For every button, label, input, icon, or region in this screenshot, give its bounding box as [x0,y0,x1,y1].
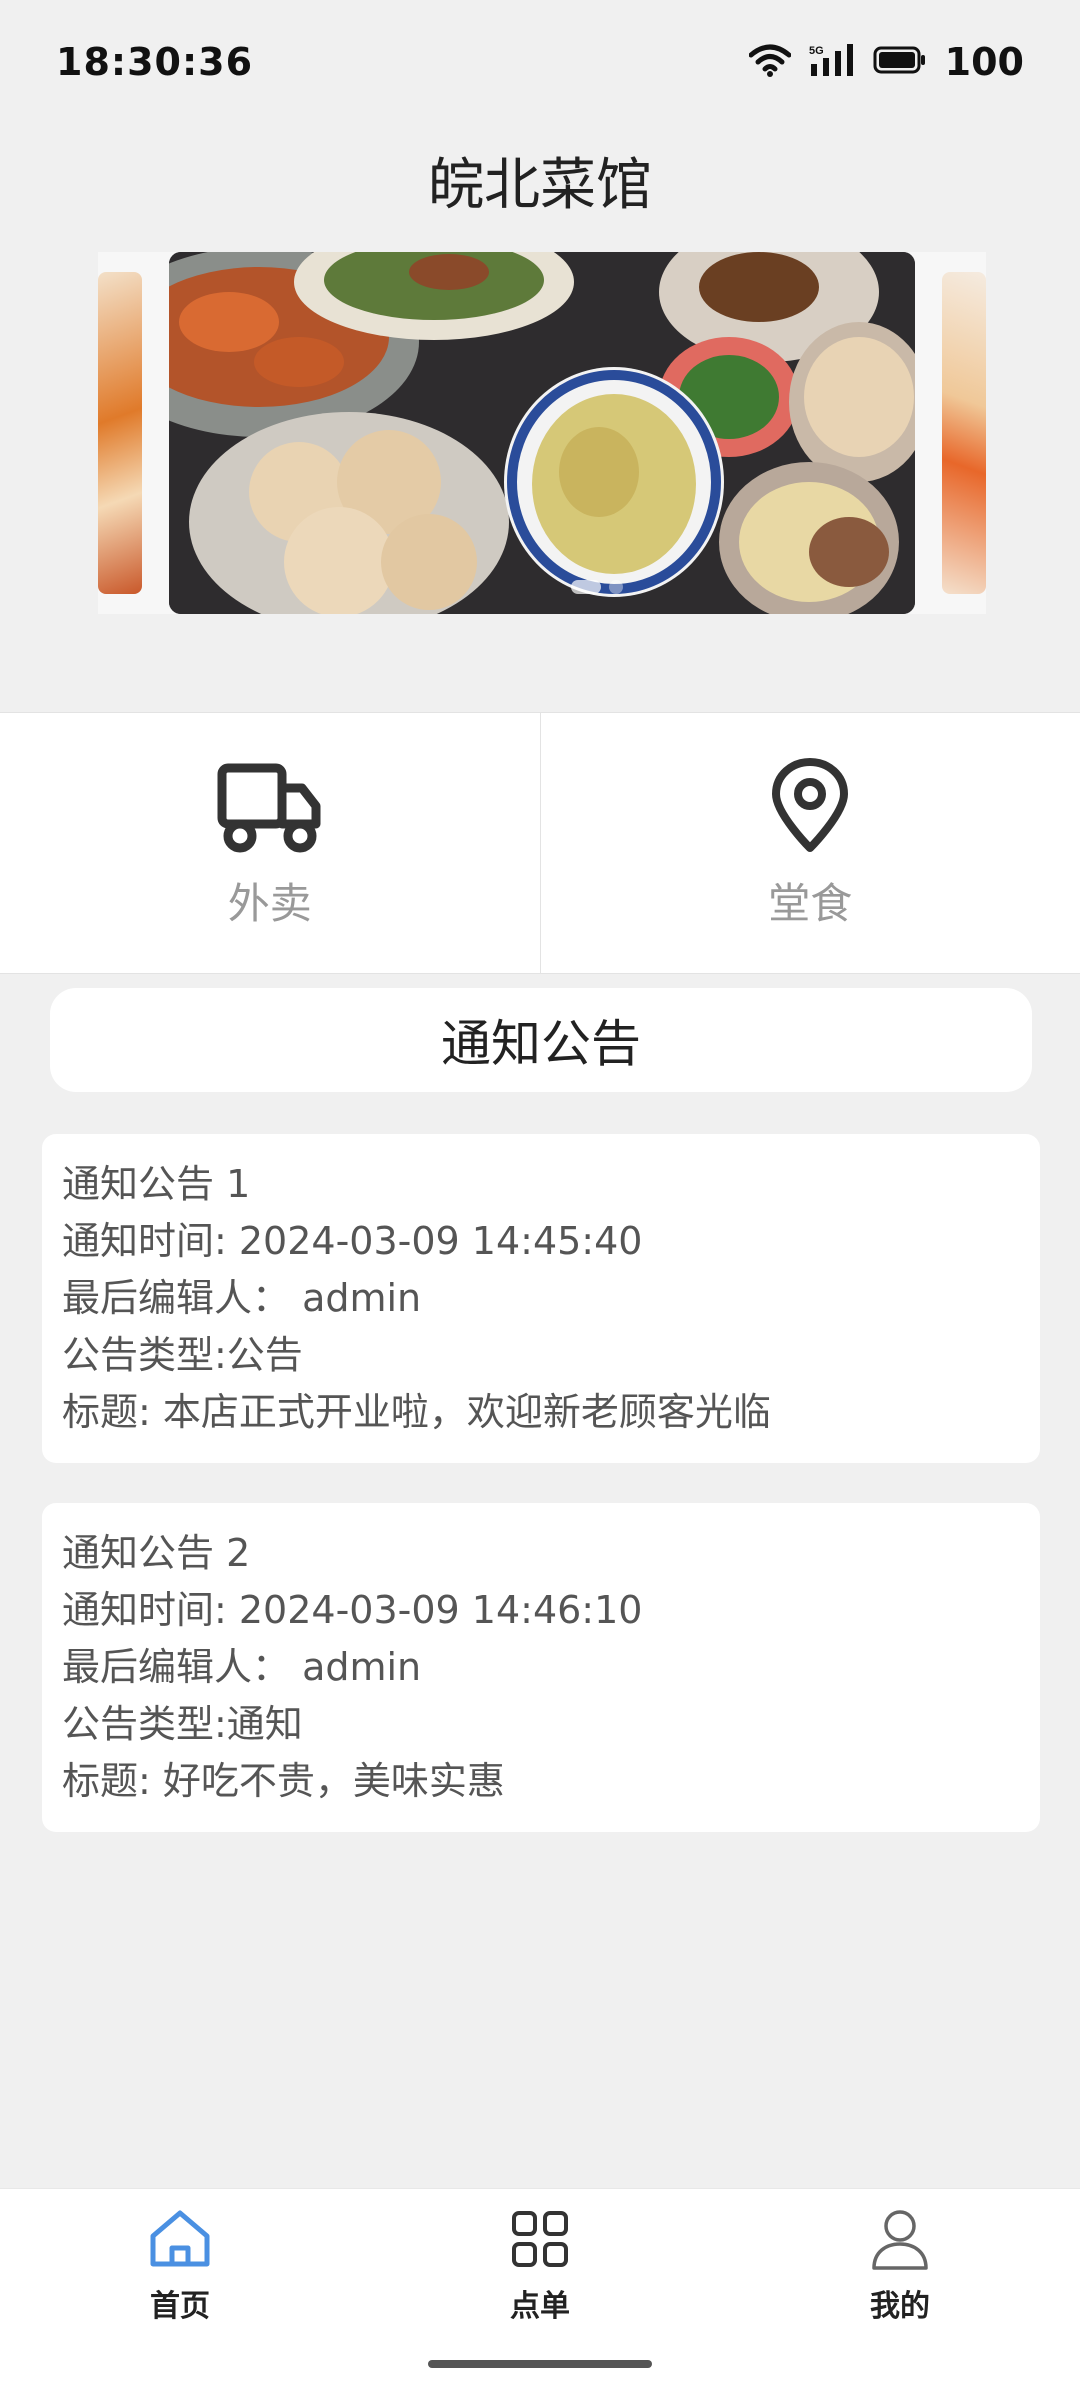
service-options: 外卖 堂食 [0,712,1080,974]
bottom-navigation: 首页 点单 我的 [0,2188,1080,2400]
grid-icon [508,2207,572,2271]
notice-editor: 最后编辑人： admin [62,1645,422,1689]
status-time: 18:30:36 [56,40,254,84]
truck-icon [215,756,325,856]
battery-icon [873,45,927,79]
home-icon [148,2207,212,2271]
nav-label-profile: 我的 [870,2289,930,2324]
banner-indicator [571,580,623,594]
nav-item-order[interactable]: 点单 [440,2207,640,2325]
nav-label-order: 点单 [510,2289,570,2324]
banner-carousel[interactable] [98,252,986,614]
notice-section-title: 通知公告 [50,988,1032,1092]
home-indicator[interactable] [428,2360,652,2368]
banner-dot-active [571,580,601,594]
banner-next-slide[interactable] [942,272,986,594]
user-icon [868,2207,932,2271]
battery-level: 100 [944,40,1024,84]
nav-item-home[interactable]: 首页 [80,2207,280,2325]
page-title: 皖北菜馆 [428,153,652,218]
banner-image[interactable] [169,252,915,614]
notice-type: 公告类型:通知 [62,1702,303,1746]
nav-label-home: 首页 [150,2289,210,2324]
notice-card[interactable]: 通知公告 2 通知时间: 2024-03-09 14:46:10 最后编辑人： … [42,1503,1040,1832]
notice-heading: 通知公告 1 [62,1162,251,1206]
banner-prev-slide[interactable] [98,272,142,594]
location-pin-icon [755,756,865,856]
status-icons: 5G 100 [748,40,1024,84]
notice-title: 标题: 本店正式开业啦，欢迎新老顾客光临 [62,1390,771,1434]
notice-time: 通知时间: 2024-03-09 14:46:10 [62,1588,643,1632]
notice-card[interactable]: 通知公告 1 通知时间: 2024-03-09 14:45:40 最后编辑人： … [42,1134,1040,1463]
notice-heading: 通知公告 2 [62,1531,251,1575]
notice-title: 标题: 好吃不贵，美味实惠 [62,1759,505,1803]
food-photo [169,252,915,614]
service-label-delivery: 外卖 [227,878,312,928]
service-label-dine-in: 堂食 [768,878,853,928]
service-delivery[interactable]: 外卖 [0,713,541,973]
nav-item-profile[interactable]: 我的 [800,2207,1000,2325]
banner-dot [609,580,623,594]
signal-icon: 5G [809,42,855,82]
notice-type: 公告类型:公告 [62,1333,303,1377]
network-label: 5G [809,45,824,57]
notice-editor: 最后编辑人： admin [62,1276,422,1320]
service-dine-in[interactable]: 堂食 [541,713,1080,973]
wifi-icon [748,43,792,81]
notice-time: 通知时间: 2024-03-09 14:45:40 [62,1219,643,1263]
status-bar: 18:30:36 5G 100 [0,0,1080,124]
